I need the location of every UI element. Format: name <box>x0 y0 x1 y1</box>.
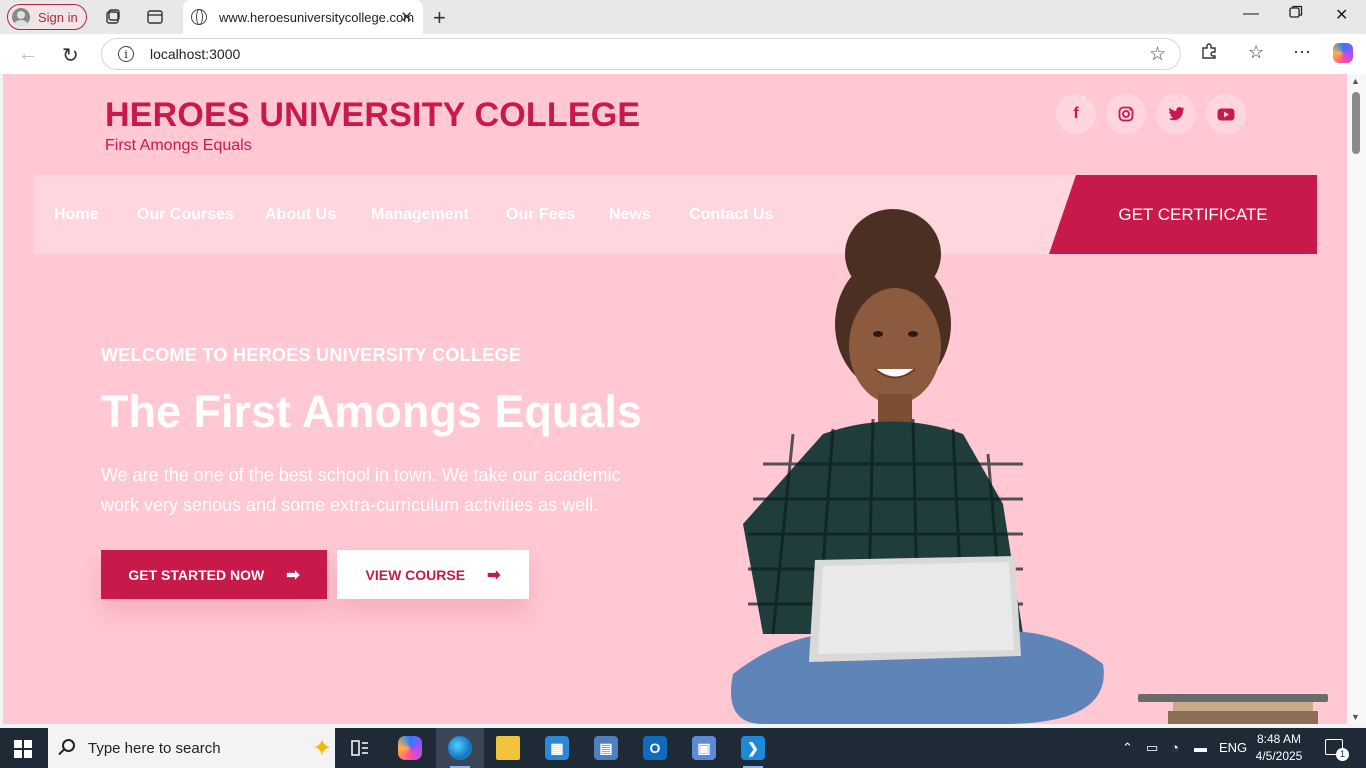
hero-title: The First Amongs Equals <box>101 386 642 437</box>
nav-management[interactable]: Management <box>371 206 469 224</box>
tab-title: www.heroesuniversitycollege.com <box>219 9 415 25</box>
get-certificate-button[interactable]: GET CERTIFICATE <box>1049 175 1317 254</box>
extensions-icon[interactable] <box>1200 42 1218 65</box>
file-explorer-icon[interactable] <box>484 728 532 768</box>
site-brand[interactable]: HEROES UNIVERSITY COLLEGE <box>105 96 640 135</box>
nav-about-us[interactable]: About Us <box>265 206 336 224</box>
profile-icon <box>12 8 30 26</box>
arrow-right-icon: ➡ <box>286 566 300 584</box>
favorite-star-icon[interactable]: ☆ <box>1149 43 1166 66</box>
youtube-icon[interactable] <box>1206 94 1246 134</box>
page-scrollbar[interactable]: ▲ ▼ <box>1347 74 1366 724</box>
workspaces-icon[interactable] <box>103 7 123 27</box>
tab-actions-icon[interactable] <box>145 7 165 27</box>
more-options-icon[interactable]: ⋯ <box>1293 42 1311 63</box>
copilot-app-icon[interactable] <box>386 728 434 768</box>
browser-toolbar: ← ↻ i localhost:3000 ☆ ☆ ⋯ <box>0 34 1366 74</box>
outlook-icon[interactable]: O <box>631 728 679 768</box>
address-bar[interactable]: i localhost:3000 ☆ <box>101 38 1181 70</box>
page-viewport: HEROES UNIVERSITY COLLEGE First Amongs E… <box>3 74 1347 724</box>
refresh-icon[interactable]: ↻ <box>62 43 79 68</box>
arrow-right-icon: ➡ <box>487 566 501 584</box>
close-window-icon[interactable]: ✕ <box>1335 5 1348 25</box>
control-panel-icon[interactable]: ▤ <box>582 728 630 768</box>
nav-our-fees[interactable]: Our Fees <box>506 206 575 224</box>
sign-in-button[interactable]: Sign in <box>7 4 87 30</box>
tab-close-icon[interactable]: ✕ <box>400 8 413 26</box>
instagram-icon[interactable] <box>1106 94 1146 134</box>
nav-home[interactable]: Home <box>54 206 98 224</box>
site-tagline: First Amongs Equals <box>105 137 252 154</box>
favorites-icon[interactable]: ☆ <box>1248 42 1264 63</box>
search-placeholder: Type here to search <box>88 739 221 757</box>
show-hidden-icons-icon[interactable]: ⌃ <box>1122 740 1133 756</box>
microsoft-store-icon[interactable]: ▦ <box>533 728 581 768</box>
scroll-up-icon[interactable]: ▲ <box>1351 76 1360 86</box>
search-icon <box>62 739 75 752</box>
copilot-icon[interactable] <box>1333 43 1353 63</box>
view-course-label: VIEW COURSE <box>365 566 466 583</box>
facebook-icon[interactable]: f <box>1056 94 1096 134</box>
back-icon[interactable]: ← <box>18 43 38 66</box>
new-tab-icon[interactable]: + <box>433 5 446 31</box>
get-started-button[interactable]: GET STARTED NOW ➡ <box>101 550 327 599</box>
network-icon[interactable]: ◔ <box>1171 740 1179 755</box>
windows-taskbar: Type here to search ✦ ▦ ▤ O ▣ ❯ ⌃ ▭ ◔ ▬ … <box>0 728 1366 768</box>
language-indicator[interactable]: ENG <box>1219 740 1247 755</box>
nav-news[interactable]: News <box>609 206 651 224</box>
browser-tab-active[interactable]: www.heroesuniversitycollege.com ✕ <box>183 0 423 34</box>
twitter-icon[interactable] <box>1156 94 1196 134</box>
windows-start-icon[interactable] <box>14 740 32 758</box>
clock-date: 4/5/2025 <box>1255 749 1303 763</box>
minimize-icon[interactable]: — <box>1243 5 1259 23</box>
vscode-icon[interactable]: ❯ <box>729 728 777 768</box>
hero-student-image <box>731 209 1104 724</box>
hero-welcome: WELCOME TO HEROES UNIVERSITY COLLEGE <box>101 345 522 365</box>
scroll-down-icon[interactable]: ▼ <box>1351 712 1360 722</box>
battery-icon[interactable]: ▬ <box>1194 740 1207 755</box>
get-started-label: GET STARTED NOW <box>128 566 265 583</box>
hero-description: We are the one of the best school in tow… <box>101 465 621 515</box>
globe-icon <box>191 9 207 25</box>
nav-our-courses[interactable]: Our Courses <box>137 206 234 224</box>
view-course-button[interactable]: VIEW COURSE ➡ <box>337 550 529 599</box>
notification-count: 1 <box>1336 748 1349 761</box>
task-view-icon[interactable] <box>336 728 384 768</box>
meet-now-icon[interactable]: ▭ <box>1146 740 1158 756</box>
taskbar-search[interactable]: Type here to search ✦ <box>48 728 335 768</box>
scrollbar-thumb[interactable] <box>1352 92 1360 154</box>
site-info-icon[interactable]: i <box>118 46 134 62</box>
search-highlights-icon[interactable]: ✦ <box>312 734 332 763</box>
remote-desktop-icon[interactable]: ▣ <box>680 728 728 768</box>
restore-icon[interactable] <box>1289 5 1303 24</box>
sign-in-label: Sign in <box>38 9 78 25</box>
browser-titlebar: Sign in www.heroesuniversitycollege.com … <box>0 0 1366 34</box>
taskbar-clock[interactable]: 8:48 AM 4/5/2025 <box>1251 731 1307 765</box>
url-text: localhost:3000 <box>150 46 241 62</box>
clock-time: 8:48 AM <box>1256 732 1302 746</box>
books-image <box>1138 694 1328 724</box>
edge-app-icon[interactable] <box>436 728 484 768</box>
